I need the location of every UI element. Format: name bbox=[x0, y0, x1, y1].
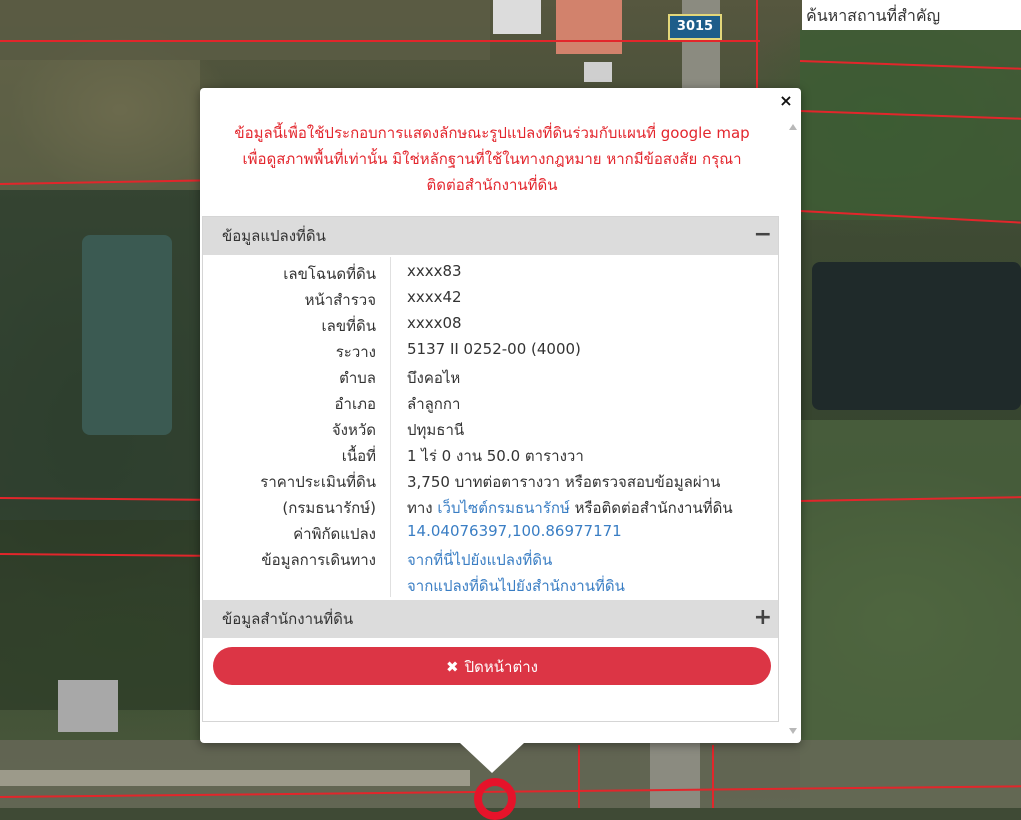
treasury-website-link[interactable]: เว็บไซต์กรมธนารักษ์ bbox=[437, 499, 569, 517]
road bbox=[650, 740, 700, 808]
close-icon: ✖ bbox=[446, 658, 459, 676]
pond bbox=[82, 235, 172, 435]
popup-pointer bbox=[460, 743, 524, 773]
office-section-header[interactable]: ข้อมูลสำนักงานที่ดิน + bbox=[203, 600, 778, 638]
scroll-up-arrow-icon[interactable] bbox=[789, 124, 797, 130]
landmark-search-input[interactable] bbox=[802, 0, 1021, 30]
directions-to-office-link[interactable]: จากแปลงที่ดินไปยังสำนักงานที่ดิน bbox=[407, 574, 777, 598]
disclaimer-text: ข้อมูลนี้เพื่อใช้ประกอบการแสดงลักษณะรูปแ… bbox=[234, 124, 750, 194]
close-icon[interactable]: × bbox=[777, 92, 795, 110]
building-roof bbox=[556, 0, 622, 54]
parcel-section-header[interactable]: ข้อมูลแปลงที่ดิน − bbox=[203, 217, 778, 255]
expand-icon[interactable]: + bbox=[754, 600, 772, 636]
close-window-button[interactable]: ✖ ปิดหน้าต่าง bbox=[213, 647, 771, 685]
field-patch bbox=[0, 60, 200, 190]
parcel-boundary bbox=[0, 40, 760, 42]
parcel-boundary bbox=[756, 0, 758, 90]
road bbox=[0, 770, 470, 786]
building-roof bbox=[58, 680, 118, 732]
building-roof bbox=[493, 0, 541, 34]
parcel-info-popup: × ข้อมูลนี้เพื่อใช้ประกอบการแสดงลักษณะรู… bbox=[200, 88, 801, 743]
parcel-boundary bbox=[578, 745, 580, 808]
scroll-down-arrow-icon[interactable] bbox=[789, 728, 797, 734]
collapse-icon[interactable]: − bbox=[754, 217, 772, 253]
field-patch bbox=[0, 0, 490, 60]
pond bbox=[812, 262, 1021, 410]
building-roof bbox=[584, 62, 612, 82]
location-marker-icon[interactable] bbox=[474, 778, 516, 820]
tree-patch bbox=[800, 30, 1021, 220]
popup-scrollbar[interactable] bbox=[785, 120, 801, 738]
parcel-boundary bbox=[712, 745, 714, 808]
popup-scroll-area[interactable]: ข้อมูลนี้เพื่อใช้ประกอบการแสดงลักษณะรูปแ… bbox=[200, 114, 801, 743]
table-divider bbox=[390, 257, 391, 597]
directions-to-parcel-link[interactable]: จากที่นี่ไปยังแปลงที่ดิน bbox=[407, 548, 777, 572]
coordinates-link[interactable]: 14.04076397,100.86977171 bbox=[407, 522, 777, 540]
road-number-sign: 3015 bbox=[668, 14, 722, 40]
parcel-info-card: ข้อมูลแปลงที่ดิน − เลขโฉนดที่ดิน xxxx83 … bbox=[202, 216, 779, 722]
